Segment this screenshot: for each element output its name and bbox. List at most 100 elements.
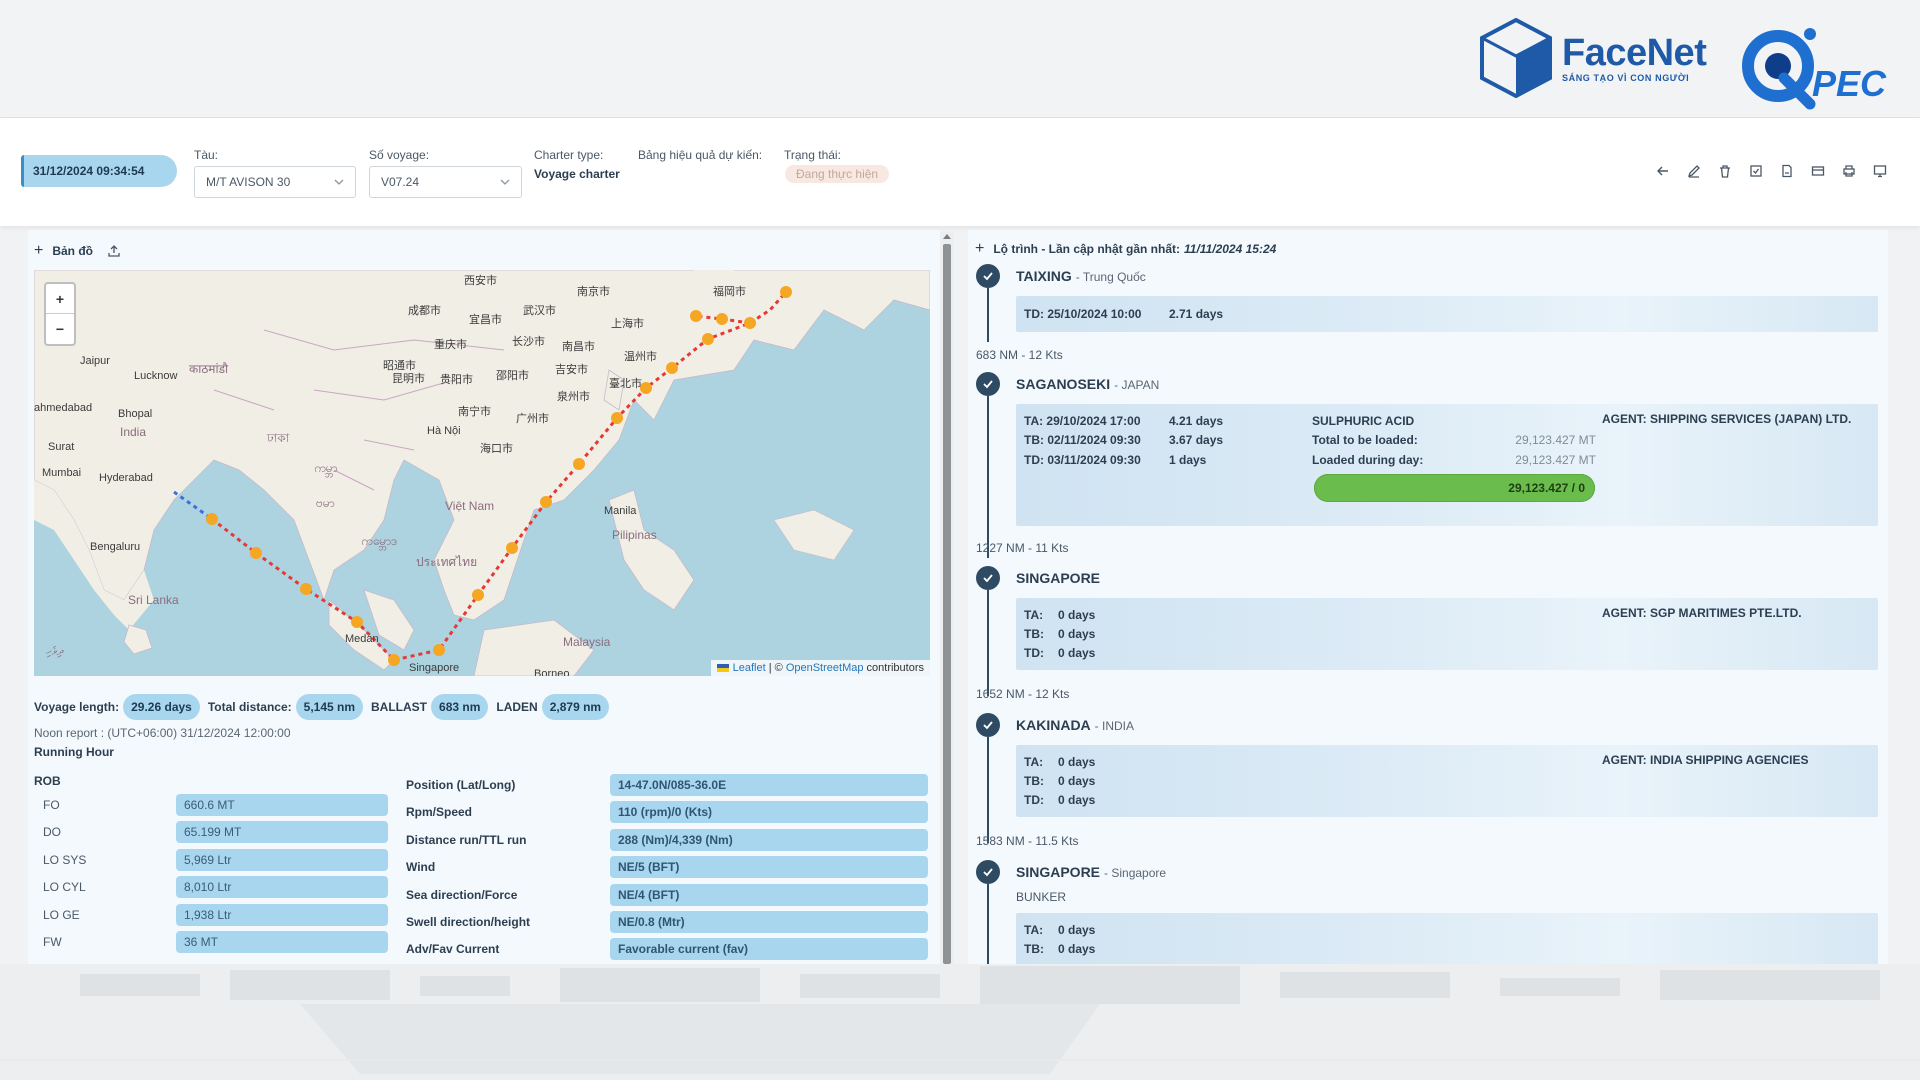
- expand-plus-icon[interactable]: +: [34, 242, 43, 260]
- report-value: Favorable current (fav): [610, 938, 928, 960]
- total-distance-value: 5,145 nm: [295, 694, 364, 720]
- map-city: 南昌市: [562, 341, 595, 353]
- map-city: Surat: [48, 441, 75, 453]
- port-duration: 0 days: [1058, 755, 1096, 769]
- port-country: - Singapore: [1104, 866, 1167, 880]
- report-value: NE/4 (BFT): [610, 884, 928, 906]
- ukraine-flag-icon: [716, 664, 729, 672]
- port-check-icon: [976, 264, 1000, 288]
- total-loaded-label: Total to be loaded:: [1312, 433, 1418, 447]
- map-city: 吉安市: [555, 364, 588, 376]
- rob-value: 1,938 Ltr: [176, 904, 388, 926]
- toolbar: [1654, 162, 1889, 180]
- port-check-icon: [976, 713, 1000, 737]
- print-icon[interactable]: [1840, 162, 1858, 180]
- zoom-in-button[interactable]: +: [46, 284, 74, 314]
- timeline-line: [987, 590, 989, 696]
- running-hour-link[interactable]: Running Hour: [34, 745, 114, 759]
- back-arrow-icon[interactable]: [1654, 162, 1672, 180]
- map-country: India: [120, 425, 147, 439]
- port-check-icon: [976, 372, 1000, 396]
- port-duration: 0 days: [1058, 942, 1096, 956]
- rob-label: FW: [43, 935, 62, 949]
- map-city: 福岡市: [713, 286, 746, 298]
- map-city: 臺北市: [609, 378, 642, 390]
- export-icon[interactable]: [107, 244, 121, 258]
- voyage-select[interactable]: V07.24: [369, 166, 522, 198]
- check-icon[interactable]: [1747, 162, 1765, 180]
- report-value: NE/0.8 (Mtr): [610, 911, 928, 933]
- port-tb: TB:: [1024, 774, 1044, 788]
- port-duration: 4.21 days: [1169, 414, 1224, 428]
- edit-icon[interactable]: [1685, 162, 1703, 180]
- card-icon[interactable]: [1809, 162, 1827, 180]
- brand-band: FaceNet SÁNG TẠO VÌ CON NGƯỜI PEC: [0, 0, 1920, 118]
- report-value: 110 (rpm)/0 (Kts): [610, 801, 928, 823]
- map-country: Pilipinas: [612, 528, 657, 542]
- map-city: Lucknow: [134, 370, 178, 382]
- qpec-logo: PEC: [1738, 22, 1913, 117]
- loaded-day-value: 29,123.427 MT: [1515, 453, 1596, 467]
- voyage-length-label: Voyage length:: [34, 700, 120, 714]
- charter-label: Charter type:: [534, 148, 604, 162]
- vessel-select[interactable]: M/T AVISON 30: [194, 166, 356, 198]
- port-name-saganoseki[interactable]: SAGANOSEKI - JAPAN: [1016, 376, 1159, 392]
- leg-info: 683 NM - 12 Kts: [976, 348, 1063, 362]
- timeline-line: [987, 396, 989, 558]
- laden-value: 2,879 nm: [541, 694, 610, 720]
- port-tb: TB:: [1024, 942, 1044, 956]
- port-country: - JAPAN: [1114, 378, 1160, 392]
- monitor-icon[interactable]: [1871, 162, 1889, 180]
- port-card: TA: 29/10/2024 17:00 4.21 days TB: 02/11…: [1016, 404, 1878, 526]
- timeline-line: [987, 288, 989, 342]
- left-panel-scrollbar[interactable]: [940, 232, 954, 964]
- port-name: SINGAPORE: [1016, 570, 1101, 586]
- map-city: Hà Nội: [427, 425, 461, 437]
- port-name: SAGANOSEKI: [1016, 376, 1111, 392]
- map-city: 武汉市: [523, 305, 556, 317]
- efficiency-label[interactable]: Bảng hiệu quả dự kiến:: [638, 148, 762, 162]
- osm-link[interactable]: OpenStreetMap: [786, 662, 864, 674]
- leg-info: 1227 NM - 11 Kts: [976, 541, 1069, 555]
- scrollbar-thumb[interactable]: [943, 244, 951, 964]
- map-city: Bengaluru: [90, 541, 141, 553]
- map-canvas: [34, 270, 930, 676]
- report-value: NE/5 (BFT): [610, 856, 928, 878]
- port-tb: TB:: [1024, 627, 1044, 641]
- scroll-up-icon[interactable]: [943, 234, 951, 239]
- map-city: Bhopal: [118, 408, 153, 420]
- voyage-length-value: 29.26 days: [123, 694, 200, 720]
- qpec-name: PEC: [1812, 63, 1887, 104]
- map-city: Borneo: [534, 668, 570, 676]
- map-city: ahmedabad: [34, 402, 93, 414]
- expand-plus-icon[interactable]: +: [975, 240, 984, 258]
- voyage-header: 31/12/2024 09:34:54 Tàu: M/T AVISON 30 S…: [0, 118, 1920, 226]
- rob-label: FO: [43, 798, 60, 812]
- zoom-out-button[interactable]: −: [46, 314, 74, 344]
- port-name-kakinada[interactable]: KAKINADA - INDIA: [1016, 717, 1134, 733]
- delete-icon[interactable]: [1716, 162, 1734, 180]
- report-label: Distance run/TTL run: [406, 833, 527, 847]
- map-city: 南京市: [577, 286, 610, 298]
- cargo-name: SULPHURIC ACID: [1312, 414, 1415, 428]
- map-panel-title: Bản đồ: [52, 244, 94, 258]
- port-agent: AGENT: SHIPPING SERVICES (JAPAN) LTD.: [1602, 412, 1852, 426]
- map-zoom-control: + −: [44, 282, 76, 346]
- rob-value: 36 MT: [176, 931, 388, 953]
- map-city: Singapore: [409, 662, 460, 674]
- leaflet-link[interactable]: Leaflet: [733, 662, 766, 674]
- voyage-map[interactable]: 西安市 南京市 福岡市 成都市 武汉市 宜昌市 重庆市 长沙市 南昌市 上海市 …: [34, 270, 930, 676]
- port-card: TA: 0 days TB: 0 days TD: 0 days AGENT: …: [1016, 745, 1878, 817]
- port-name: TAIXING: [1016, 268, 1072, 284]
- document-icon[interactable]: [1778, 162, 1796, 180]
- port-duration: 3.67 days: [1169, 433, 1224, 447]
- leg-info: 1652 NM - 12 Kts: [976, 687, 1070, 701]
- port-name-singapore-bunker[interactable]: SINGAPORE - Singapore: [1016, 864, 1166, 880]
- port-name-singapore[interactable]: SINGAPORE: [1016, 570, 1100, 586]
- status-label: Trạng thái:: [784, 148, 841, 162]
- port-name-taixing[interactable]: TAIXING - Trung Quốc: [1016, 268, 1146, 284]
- map-city: Manila: [604, 505, 637, 517]
- map-city: 上海市: [611, 318, 644, 330]
- rob-value: 5,969 Ltr: [176, 849, 388, 871]
- port-check-icon: [976, 566, 1000, 590]
